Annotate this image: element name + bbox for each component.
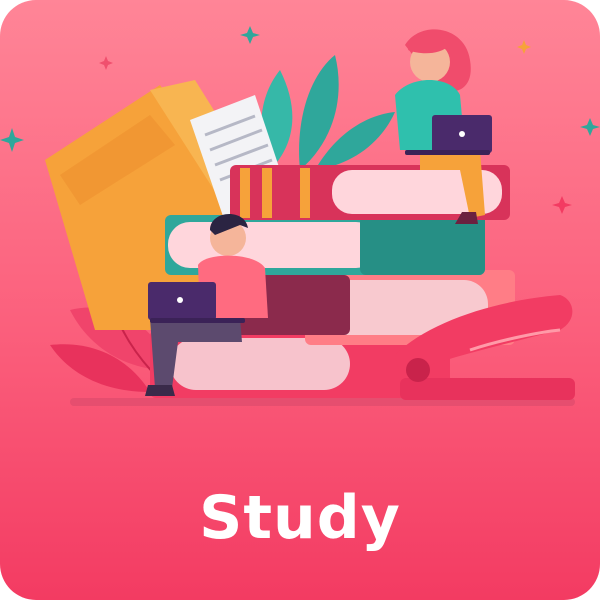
- sparkle-icon: [552, 196, 572, 214]
- sparkle-icon: [0, 128, 24, 152]
- sparkle-icon: [99, 56, 113, 70]
- study-category-card[interactable]: Study: [0, 0, 600, 600]
- card-title: Study: [199, 483, 401, 553]
- sparkle-icon: [580, 118, 600, 136]
- plant-leaves-icon: [261, 55, 395, 170]
- sparkle-icon: [517, 40, 531, 54]
- sparkle-icon: [240, 26, 260, 44]
